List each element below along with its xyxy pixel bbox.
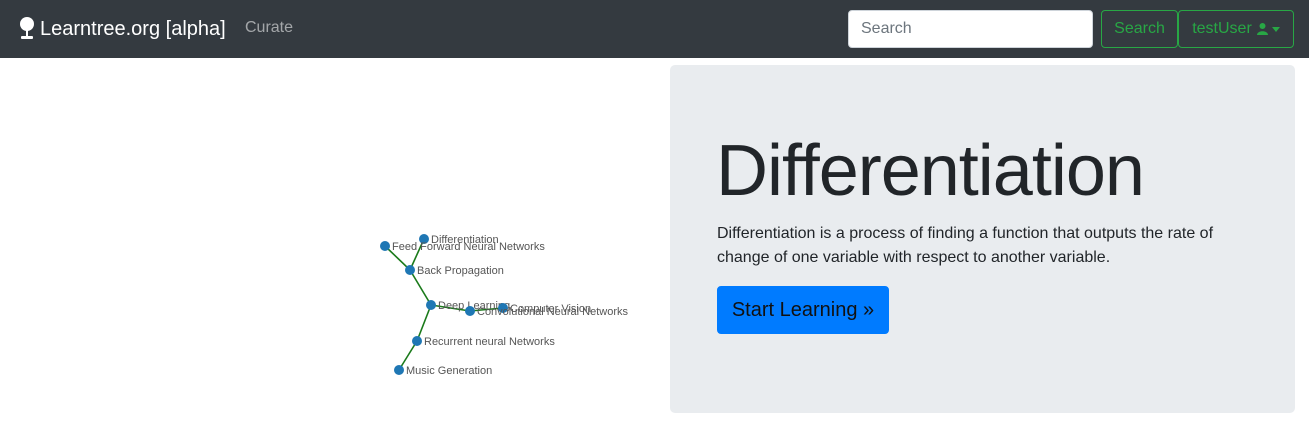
brand-link[interactable]: Learntree.org [alpha] (18, 14, 226, 44)
graph-node-dot[interactable] (405, 265, 415, 275)
graph-node-dot[interactable] (426, 300, 436, 310)
graph-node-dot[interactable] (394, 365, 404, 375)
user-menu-button[interactable]: testUser (1178, 10, 1294, 48)
graph-node-label: Music Generation (406, 365, 492, 377)
chevron-down-icon (1271, 26, 1280, 32)
navbar: Learntree.org [alpha] Curate Search test… (0, 0, 1309, 58)
graph-node-label: Convolutional Neural Networks (477, 306, 629, 318)
user-name: testUser (1192, 20, 1252, 37)
graph-node-recurrent[interactable]: Recurrent neural Networks (412, 336, 555, 348)
topic-description: Differentiation is a process of finding … (717, 225, 1214, 266)
lightbulb-icon (20, 17, 34, 39)
learning-tree-graph[interactable]: DifferentiationFeed Forward Neural Netwo… (0, 58, 665, 425)
topic-title: Differentiation (716, 131, 1145, 211)
graph-node-back-propagation[interactable]: Back Propagation (405, 265, 504, 277)
graph-node-dot[interactable] (380, 241, 390, 251)
graph-node-label: Back Propagation (417, 265, 504, 277)
search-input[interactable] (848, 10, 1093, 48)
user-icon (1256, 23, 1268, 35)
graph-node-dot[interactable] (465, 306, 475, 316)
brand-text: Learntree.org [alpha] (40, 17, 226, 40)
topic-jumbotron: Differentiation Differentiation is a pro… (670, 65, 1295, 413)
graph-node-convolutional[interactable]: Convolutional Neural Networks (465, 306, 629, 318)
start-learning-button[interactable]: Start Learning » (717, 286, 889, 334)
graph-node-music-generation[interactable]: Music Generation (394, 365, 492, 377)
graph-node-dot[interactable] (412, 336, 422, 346)
search-button[interactable]: Search (1101, 10, 1178, 48)
graph-node-label: Recurrent neural Networks (424, 336, 555, 348)
nav-curate[interactable]: Curate (245, 19, 293, 37)
graph-node-label: Feed Forward Neural Networks (392, 241, 545, 253)
graph-node-feed-forward[interactable]: Feed Forward Neural Networks (380, 241, 545, 253)
